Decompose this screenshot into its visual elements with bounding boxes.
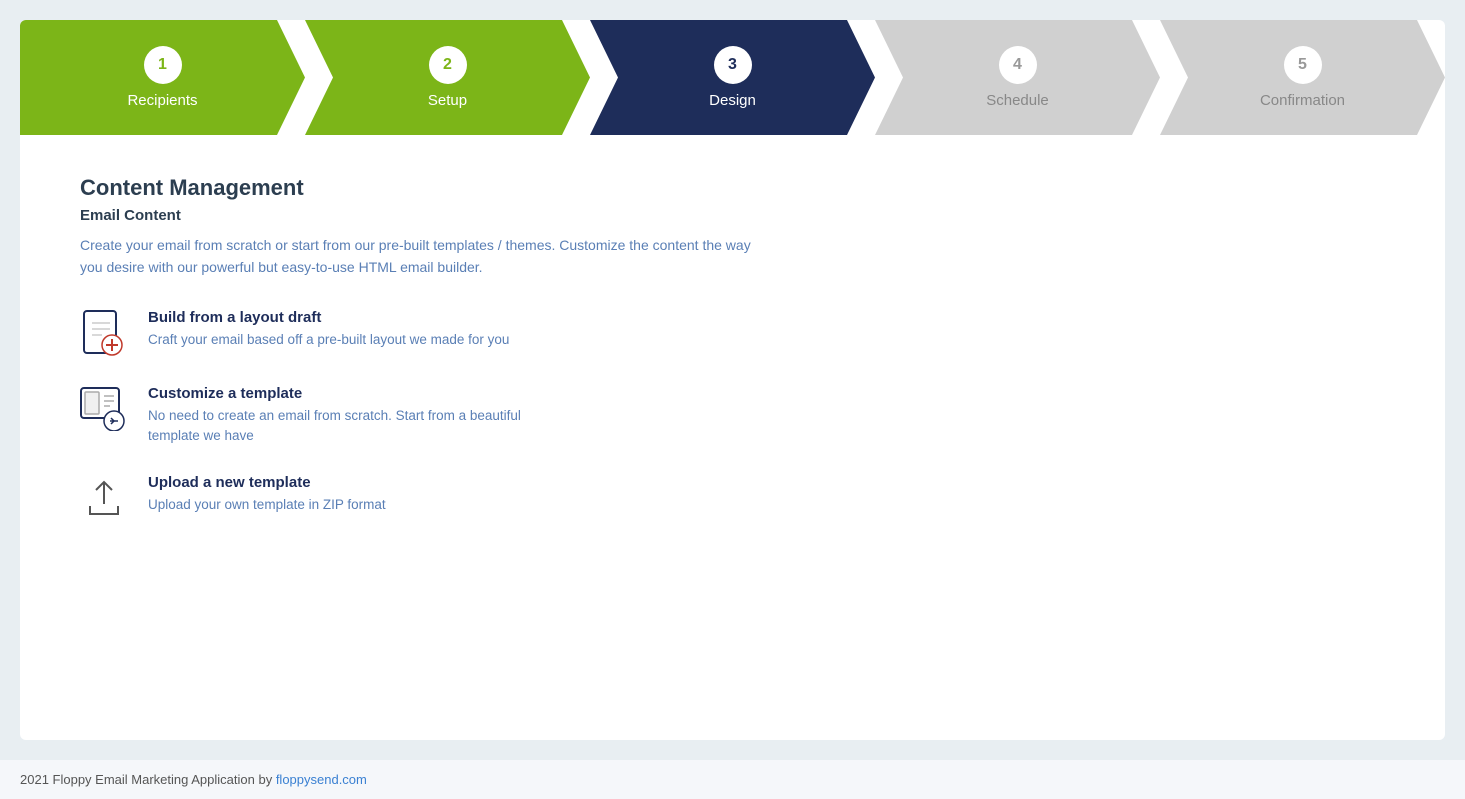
option-desc-build-draft: Craft your email based off a pre-built l… xyxy=(148,330,509,350)
step-label-confirmation: Confirmation xyxy=(1260,92,1345,109)
option-list: Build from a layout draft Craft your ema… xyxy=(80,309,1385,523)
footer: 2021 Floppy Email Marketing Application … xyxy=(0,760,1465,799)
step-label-schedule: Schedule xyxy=(986,92,1049,109)
option-build-draft[interactable]: Build from a layout draft Craft your ema… xyxy=(80,309,1385,357)
file-plus-icon xyxy=(80,309,128,357)
step-confirmation[interactable]: 5 Confirmation xyxy=(1160,20,1445,135)
step-number-4: 4 xyxy=(999,46,1037,84)
option-title-build-draft: Build from a layout draft xyxy=(148,309,509,326)
step-design[interactable]: 3 Design xyxy=(590,20,875,135)
option-desc-upload-template: Upload your own template in ZIP format xyxy=(148,495,386,515)
step-label-recipients: Recipients xyxy=(127,92,197,109)
content-area: Content Management Email Content Create … xyxy=(20,135,1445,740)
step-setup[interactable]: 2 Setup xyxy=(305,20,590,135)
footer-link[interactable]: floppysend.com xyxy=(276,772,367,787)
option-upload-template[interactable]: Upload a new template Upload your own te… xyxy=(80,474,1385,522)
step-number-2: 2 xyxy=(429,46,467,84)
step-number-5: 5 xyxy=(1284,46,1322,84)
step-number-1: 1 xyxy=(144,46,182,84)
step-recipients[interactable]: 1 Recipients xyxy=(20,20,305,135)
section-subtitle: Email Content xyxy=(80,207,1385,224)
main-container: 1 Recipients 2 Setup 3 Design 4 Schedule… xyxy=(20,20,1445,740)
step-label-design: Design xyxy=(709,92,756,109)
option-text-upload-template: Upload a new template Upload your own te… xyxy=(148,474,386,515)
upload-icon xyxy=(80,474,128,522)
template-icon xyxy=(80,385,128,433)
step-label-setup: Setup xyxy=(428,92,467,109)
section-description: Create your email from scratch or start … xyxy=(80,234,760,279)
option-title-customize-template: Customize a template xyxy=(148,385,548,402)
step-number-3: 3 xyxy=(714,46,752,84)
option-desc-customize-template: No need to create an email from scratch.… xyxy=(148,406,548,447)
footer-text: 2021 Floppy Email Marketing Application … xyxy=(20,772,276,787)
stepper: 1 Recipients 2 Setup 3 Design 4 Schedule… xyxy=(20,20,1445,135)
option-text-customize-template: Customize a template No need to create a… xyxy=(148,385,548,447)
option-title-upload-template: Upload a new template xyxy=(148,474,386,491)
option-customize-template[interactable]: Customize a template No need to create a… xyxy=(80,385,1385,447)
step-schedule[interactable]: 4 Schedule xyxy=(875,20,1160,135)
section-title: Content Management xyxy=(80,175,1385,201)
option-text-build-draft: Build from a layout draft Craft your ema… xyxy=(148,309,509,350)
